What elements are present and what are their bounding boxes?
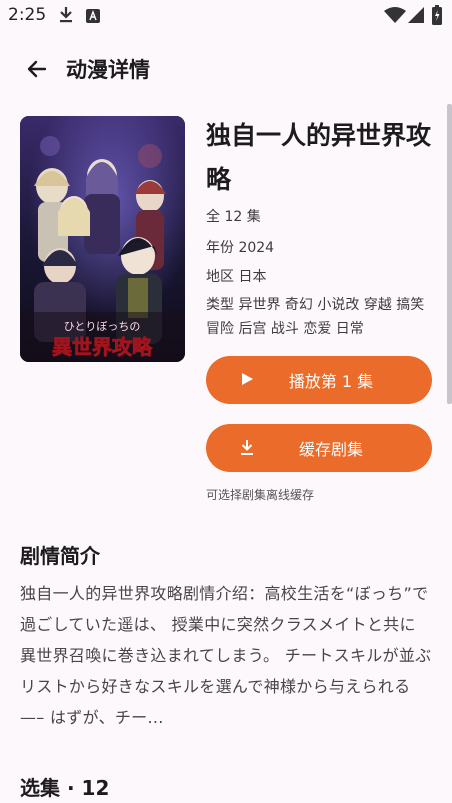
page-title: 动漫详情 xyxy=(66,58,150,82)
anime-poster[interactable]: ひとりぼっちの 異世界攻略 xyxy=(20,116,185,362)
episodes-heading: 选集 · 12 xyxy=(20,776,110,800)
genre-tags: 类型 异世界 奇幻 小说改 穿越 搞笑 冒险 后宫 战斗 恋爱 日常 xyxy=(206,297,425,337)
download-notification-icon xyxy=(58,6,74,28)
status-bar: 2:25 xyxy=(0,0,452,32)
battery-icon xyxy=(432,5,442,29)
svg-text:異世界攻略: 異世界攻略 xyxy=(52,335,153,359)
download-icon xyxy=(241,440,253,455)
svg-text:ひとりぼっちの: ひとりぼっちの xyxy=(64,320,141,333)
episode-count: 全 12 集 xyxy=(206,209,261,225)
download-button-label: 缓存剧集 xyxy=(298,440,363,459)
download-episodes-button[interactable]: 缓存剧集 xyxy=(206,424,432,472)
scrollbar[interactable] xyxy=(447,104,452,404)
region: 地区 日本 xyxy=(206,269,267,285)
anime-title: 独自一人的异世界攻略 xyxy=(206,121,432,194)
synopsis-text[interactable]: 独自一人的异世界攻略剧情介绍：高校生活を“ぼっち”で過ごしていた遥は、 授業中に… xyxy=(20,578,432,733)
synopsis-heading: 剧情简介 xyxy=(20,544,100,568)
wifi-icon xyxy=(384,7,406,27)
top-app-bar: 动漫详情 xyxy=(0,40,452,96)
play-button-label: 播放第 1 集 xyxy=(288,372,374,391)
cell-signal-icon xyxy=(408,7,424,27)
release-year: 年份 2024 xyxy=(206,240,275,256)
back-button[interactable] xyxy=(20,52,54,86)
arrow-back-icon xyxy=(27,60,47,78)
app-notification-icon xyxy=(86,8,100,27)
play-icon xyxy=(242,373,253,385)
download-hint: 可选择剧集离线缓存 xyxy=(206,488,315,502)
status-time: 2:25 xyxy=(8,5,47,25)
play-episode-button[interactable]: 播放第 1 集 xyxy=(206,356,432,404)
poster-artwork: ひとりぼっちの 異世界攻略 xyxy=(20,116,185,362)
